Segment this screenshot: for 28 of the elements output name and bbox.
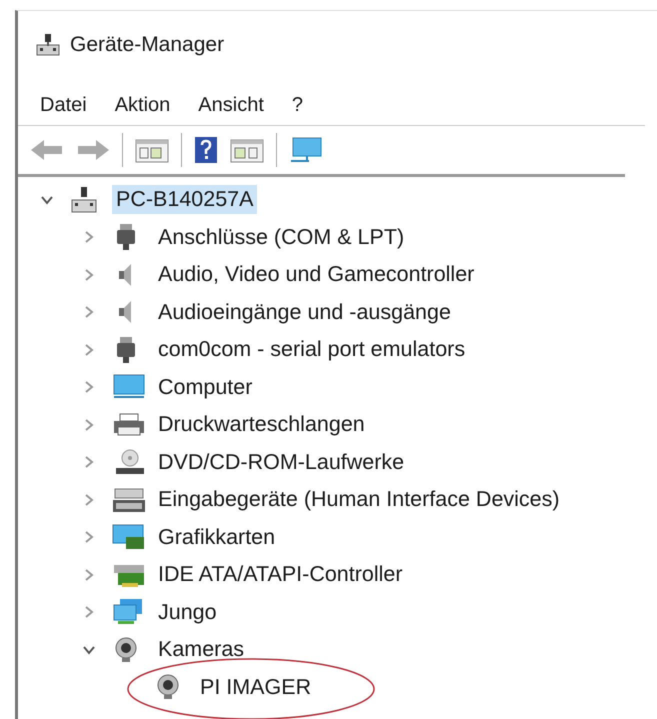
menu-item[interactable]: ? — [292, 94, 304, 116]
keyboard-icon — [112, 486, 146, 514]
tree-item[interactable]: Anschlüsse (COM & LPT) — [154, 222, 408, 252]
device-tree-icon — [70, 186, 98, 214]
back-arrow-icon[interactable] — [30, 138, 64, 162]
tree-item[interactable]: Audioeingänge und -ausgänge — [154, 298, 455, 327]
help-icon[interactable] — [194, 136, 218, 164]
window-grid-icon[interactable] — [230, 137, 264, 163]
forward-arrow-icon[interactable] — [76, 138, 110, 162]
tree-item[interactable]: com0com - serial port emulators — [154, 335, 470, 364]
tree-item[interactable]: IDE ATA/ATAPI-Controller — [154, 560, 407, 590]
menu-item[interactable]: Datei — [40, 94, 87, 116]
device-tree-icon — [36, 33, 60, 57]
tree-item[interactable]: Druckwarteschlangen — [154, 410, 369, 440]
tree-item[interactable]: DVD/CD-ROM-Laufwerke — [154, 448, 408, 477]
window-title: Geräte-Manager — [70, 33, 224, 57]
window-grid-icon[interactable] — [135, 137, 169, 163]
menu-item[interactable]: Ansicht — [198, 94, 264, 116]
monitor-icon[interactable] — [289, 137, 323, 163]
display-card-icon — [112, 523, 146, 552]
tree-item[interactable]: PC-B140257A — [112, 185, 258, 214]
tree-item[interactable]: Computer — [154, 372, 256, 402]
tree-item[interactable]: Jungo — [154, 598, 221, 627]
tree-item[interactable]: Eingabegeräte (Human Interface Devices) — [154, 485, 564, 514]
menu-item[interactable]: Aktion — [114, 94, 170, 116]
tree-item[interactable]: Grafikkarten — [154, 522, 280, 552]
tree-item[interactable]: Kameras — [154, 635, 248, 664]
tree-item[interactable]: Audio, Video und Gamecontroller — [154, 260, 478, 290]
